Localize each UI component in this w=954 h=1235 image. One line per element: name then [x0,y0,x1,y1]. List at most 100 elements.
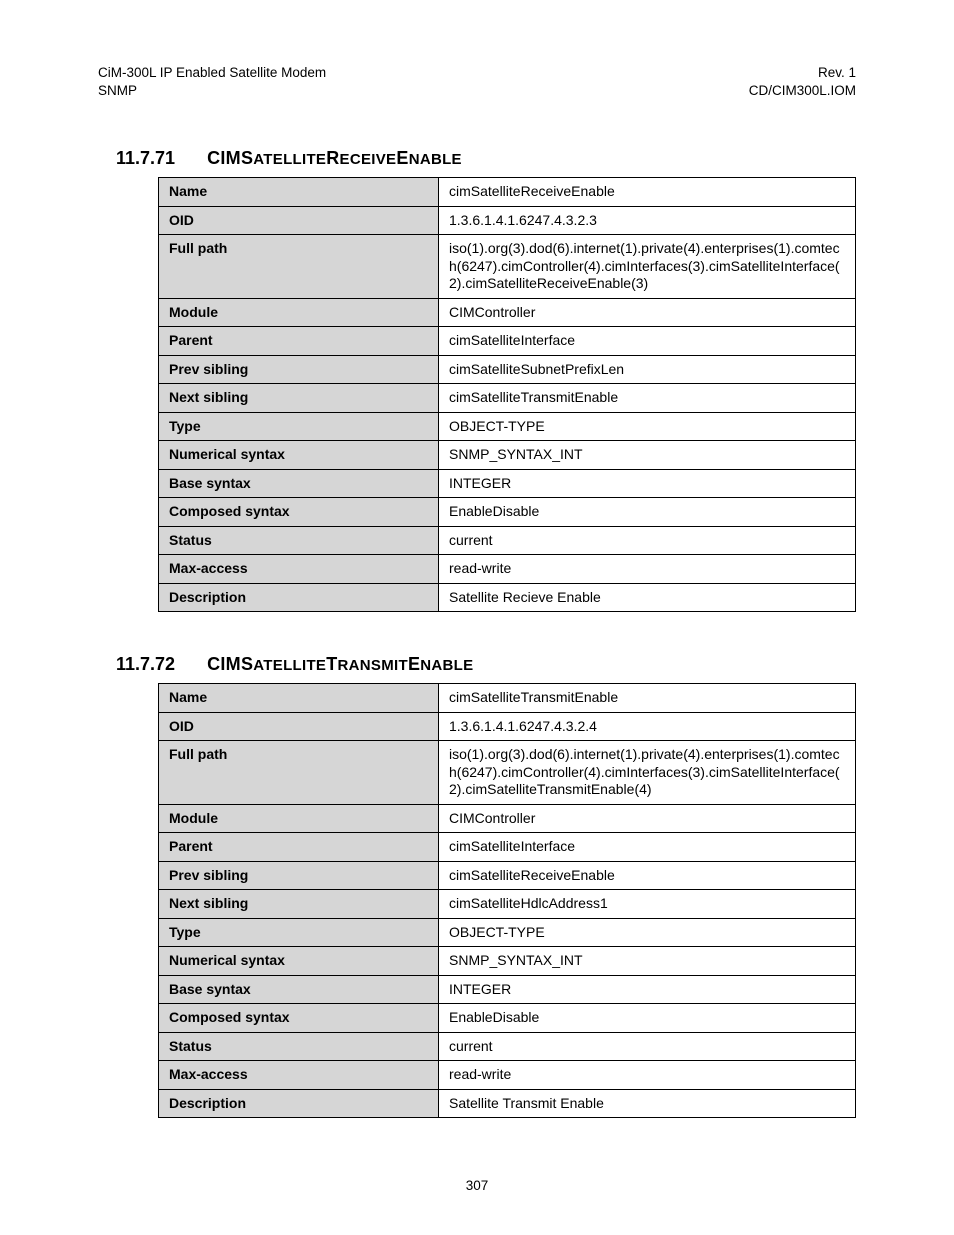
property-value: INTEGER [439,469,856,498]
property-label: Module [159,298,439,327]
property-value: Satellite Transmit Enable [439,1089,856,1118]
property-value: 1.3.6.1.4.1.6247.4.3.2.4 [439,712,856,741]
section-2-number: 11.7.72 [116,654,175,675]
table-row: Statuscurrent [159,1032,856,1061]
property-label: OID [159,206,439,235]
table-row: NamecimSatelliteTransmitEnable [159,684,856,713]
property-label: Next sibling [159,384,439,413]
property-label: Prev sibling [159,355,439,384]
property-value: OBJECT-TYPE [439,918,856,947]
property-label: Base syntax [159,469,439,498]
table-row: Max-accessread-write [159,555,856,584]
header-left: CiM-300L IP Enabled Satellite Modem SNMP [98,64,326,100]
title-cap: R [326,148,339,168]
property-value: read-write [439,1061,856,1090]
property-label: Parent [159,327,439,356]
section-1-tbody: NamecimSatelliteReceiveEnableOID1.3.6.1.… [159,178,856,612]
title-cap: S [241,148,253,168]
title-sc: NABLE [409,151,462,168]
page-header: CiM-300L IP Enabled Satellite Modem SNMP… [98,64,856,100]
property-value: cimSatelliteTransmitEnable [439,384,856,413]
table-row: Statuscurrent [159,526,856,555]
property-label: Max-access [159,555,439,584]
table-row: DescriptionSatellite Transmit Enable [159,1089,856,1118]
table-row: Composed syntaxEnableDisable [159,498,856,527]
title-cap: E [408,654,420,674]
table-row: ParentcimSatelliteInterface [159,833,856,862]
property-value: cimSatelliteHdlcAddress1 [439,890,856,919]
table-row: TypeOBJECT-TYPE [159,412,856,441]
property-label: Composed syntax [159,498,439,527]
property-label: Status [159,1032,439,1061]
property-value: Satellite Recieve Enable [439,583,856,612]
property-label: Prev sibling [159,861,439,890]
header-right: Rev. 1 CD/CIM300L.IOM [749,64,856,100]
property-label: OID [159,712,439,741]
title-sc: ATELLITE [253,151,326,168]
property-label: Full path [159,741,439,805]
property-value: CIMController [439,804,856,833]
property-value: SNMP_SYNTAX_INT [439,947,856,976]
title-cap: E [396,148,408,168]
property-label: Max-access [159,1061,439,1090]
section-1: 11.7.71 CIMSATELLITERECEIVEENABLE Nameci… [116,148,856,612]
table-row: Numerical syntaxSNMP_SYNTAX_INT [159,947,856,976]
table-row: Base syntaxINTEGER [159,975,856,1004]
property-label: Composed syntax [159,1004,439,1033]
title-sc: ATELLITE [253,657,326,674]
property-value: cimSatelliteReceiveEnable [439,178,856,207]
header-product: CiM-300L IP Enabled Satellite Modem [98,64,326,82]
property-value: OBJECT-TYPE [439,412,856,441]
section-1-number: 11.7.71 [116,148,175,169]
property-value: cimSatelliteSubnetPrefixLen [439,355,856,384]
table-row: Max-accessread-write [159,1061,856,1090]
property-label: Description [159,1089,439,1118]
table-row: DescriptionSatellite Recieve Enable [159,583,856,612]
title-cap: T [326,654,337,674]
section-2: 11.7.72 CIMSATELLITETRANSMITENABLE Namec… [116,654,856,1118]
property-label: Module [159,804,439,833]
property-value: SNMP_SYNTAX_INT [439,441,856,470]
property-value: read-write [439,555,856,584]
property-value: iso(1).org(3).dod(6).internet(1).private… [439,741,856,805]
property-label: Status [159,526,439,555]
property-label: Type [159,412,439,441]
table-row: ParentcimSatelliteInterface [159,327,856,356]
table-row: OID1.3.6.1.4.1.6247.4.3.2.4 [159,712,856,741]
property-value: INTEGER [439,975,856,1004]
table-row: Numerical syntaxSNMP_SYNTAX_INT [159,441,856,470]
title-sc: NABLE [420,657,473,674]
property-label: Full path [159,235,439,299]
property-label: Description [159,583,439,612]
section-1-heading: 11.7.71 CIMSATELLITERECEIVEENABLE [116,148,856,169]
table-row: Next siblingcimSatelliteHdlcAddress1 [159,890,856,919]
table-row: NamecimSatelliteReceiveEnable [159,178,856,207]
page-number: 307 [0,1178,954,1193]
title-cap: S [241,654,253,674]
property-label: Type [159,918,439,947]
property-label: Name [159,178,439,207]
property-value: current [439,1032,856,1061]
property-value: cimSatelliteInterface [439,327,856,356]
header-docid: CD/CIM300L.IOM [749,82,856,100]
property-label: Name [159,684,439,713]
section-2-title: CIMSATELLITETRANSMITENABLE [207,654,473,675]
section-2-table: NamecimSatelliteTransmitEnableOID1.3.6.1… [158,683,856,1118]
header-revision: Rev. 1 [749,64,856,82]
property-label: Base syntax [159,975,439,1004]
property-label: Numerical syntax [159,947,439,976]
title-prefix: CIM [207,148,241,168]
table-row: Full pathiso(1).org(3).dod(6).internet(1… [159,235,856,299]
title-sc: RANSMIT [338,657,408,674]
table-row: Next siblingcimSatelliteTransmitEnable [159,384,856,413]
table-row: Base syntaxINTEGER [159,469,856,498]
property-value: CIMController [439,298,856,327]
table-row: Composed syntaxEnableDisable [159,1004,856,1033]
table-row: Full pathiso(1).org(3).dod(6).internet(1… [159,741,856,805]
section-1-title: CIMSATELLITERECEIVEENABLE [207,148,462,169]
table-row: ModuleCIMController [159,298,856,327]
title-prefix: CIM [207,654,241,674]
property-label: Numerical syntax [159,441,439,470]
property-value: cimSatelliteInterface [439,833,856,862]
section-2-heading: 11.7.72 CIMSATELLITETRANSMITENABLE [116,654,856,675]
